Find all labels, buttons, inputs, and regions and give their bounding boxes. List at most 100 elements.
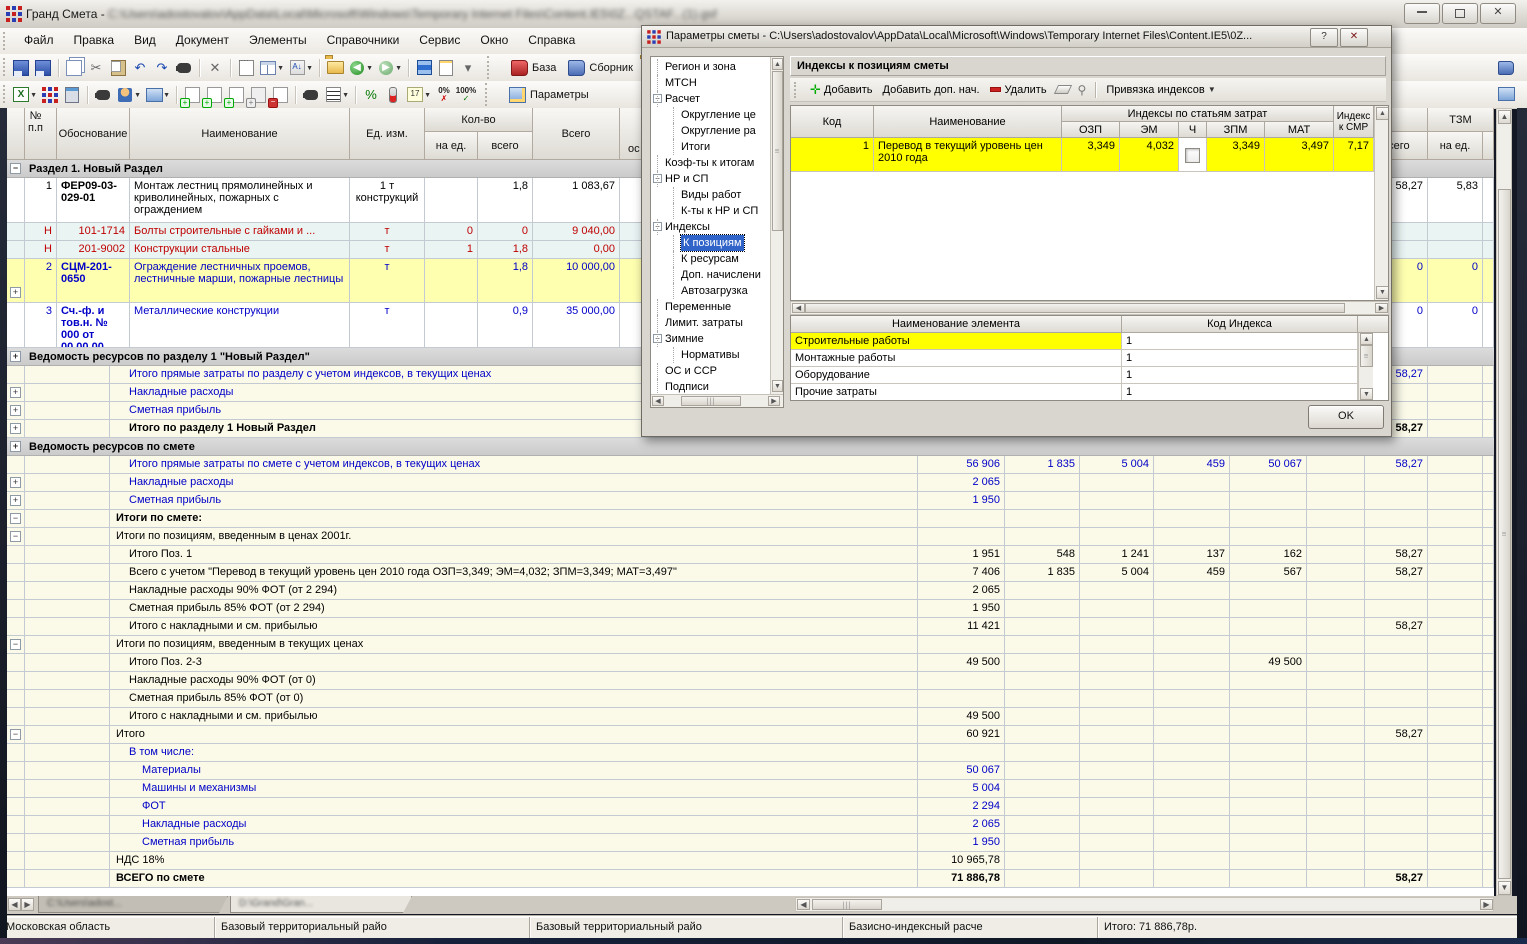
expand-icon[interactable]: + <box>10 287 21 298</box>
sbornik-button[interactable]: Сборник <box>562 57 639 78</box>
menu-item-Правка[interactable]: Правка <box>64 28 125 54</box>
tree-item-ОС и ССР[interactable]: ОС и ССР <box>651 363 770 379</box>
header-unit[interactable]: Ед. изм. <box>350 108 425 160</box>
restore-button[interactable] <box>1442 3 1478 24</box>
preview-icon[interactable] <box>93 85 113 105</box>
scroll-down-icon[interactable]: ▼ <box>1498 881 1511 895</box>
indexes-scroll-down-icon[interactable]: ▼ <box>1376 286 1389 299</box>
add-group-icon[interactable] <box>248 85 268 105</box>
indexes-hscroll-right-icon[interactable]: ▶ <box>1375 303 1388 313</box>
cell-index-code[interactable]: 1 <box>1122 367 1358 384</box>
header-total[interactable]: Всего <box>533 108 620 160</box>
undo-icon[interactable]: ↶ <box>130 58 150 78</box>
col-em[interactable]: ЭМ <box>1120 122 1179 138</box>
menu-item-Справочники[interactable]: Справочники <box>317 28 410 54</box>
cut-icon[interactable]: ✂ <box>86 58 106 78</box>
header-num[interactable]: №п.п <box>25 108 57 160</box>
col-code[interactable]: Код <box>791 106 874 138</box>
close-button[interactable]: ✕ <box>1480 3 1516 24</box>
view-list-icon[interactable]: ▼ <box>323 85 343 105</box>
index-binding-button[interactable]: Привязка индексов ▼ <box>1101 80 1220 100</box>
tree-hscrollbar[interactable]: ◀ ||| ▶ <box>651 394 783 407</box>
col-group-costs[interactable]: Индексы по статьям затрат <box>1062 106 1334 122</box>
grid-hscrollbar[interactable]: ◀ ||| ▶ <box>795 897 1494 912</box>
cell-element-name[interactable]: Монтажные работы <box>791 350 1122 367</box>
tree-item-Лимит. затраты[interactable]: Лимит. затраты <box>651 315 770 331</box>
remove-position-icon[interactable] <box>270 85 290 105</box>
col-ozp[interactable]: ОЗП <box>1062 122 1120 138</box>
zero-percent-icon[interactable]: 0%✗ <box>434 85 454 105</box>
indexes-scroll-up-icon[interactable]: ▲ <box>1376 107 1389 120</box>
folder-open-icon[interactable] <box>325 58 345 78</box>
minimize-button[interactable] <box>1404 3 1440 24</box>
summary-row[interactable]: НДС 18%10 965,78 <box>7 852 1494 870</box>
cell-element-name[interactable]: Оборудование <box>791 367 1122 384</box>
expand-icon[interactable]: + <box>10 351 21 362</box>
baza-button[interactable]: База <box>505 57 562 78</box>
sort-icon[interactable]: А↓▼ <box>287 58 307 78</box>
cell-index-code[interactable]: 1 <box>1122 333 1358 350</box>
export-excel-icon[interactable]: X▼ <box>11 85 31 105</box>
summary-row[interactable]: Машины и механизмы5 004 <box>7 780 1494 798</box>
summary-row[interactable]: +Накладные расходы2 065 <box>7 474 1494 492</box>
save-all-icon[interactable] <box>33 58 53 78</box>
cell-element-name[interactable]: Прочие затраты <box>791 384 1122 401</box>
menu-item-Сервис[interactable]: Сервис <box>409 28 470 54</box>
ok-button[interactable]: OK <box>1308 405 1384 429</box>
tree-item-Коэф-ты к итогам[interactable]: Коэф-ты к итогам <box>651 155 770 171</box>
menu-item-Окно[interactable]: Окно <box>470 28 518 54</box>
autobind-icon[interactable]: ⚲ <box>1078 83 1087 97</box>
binding-vscrollbar[interactable]: ▲ ≡ ▼ <box>1358 333 1373 401</box>
col-smr[interactable]: Индекс к СМР <box>1334 106 1374 138</box>
header-tzm-group[interactable]: ТЗМ <box>1428 108 1494 132</box>
header-name[interactable]: Наименование <box>130 108 350 160</box>
col-element-name[interactable]: Наименование элемента <box>791 316 1122 333</box>
hscroll-right-icon[interactable]: ▶ <box>1480 899 1493 910</box>
layout-icon[interactable] <box>414 58 434 78</box>
tree-item-Регион и зона[interactable]: Регион и зона <box>651 59 770 75</box>
summary-row[interactable]: −Итоги по позициям, введенным в ценах 20… <box>7 528 1494 546</box>
properties-icon[interactable] <box>236 58 256 78</box>
tree-hscroll-thumb[interactable]: ||| <box>681 396 741 406</box>
summary-row[interactable]: Материалы50 067 <box>7 762 1494 780</box>
tree-item-Округление ра[interactable]: Округление ра <box>651 123 770 139</box>
summary-row[interactable]: −Итоги по смете: <box>7 510 1494 528</box>
overflow-icon[interactable]: ▾ <box>458 58 478 78</box>
collapse-icon[interactable]: − <box>10 163 21 174</box>
grid-vscrollbar[interactable]: ▲ ≡ ▼ <box>1496 108 1512 896</box>
tree-scroll-down-icon[interactable]: ▼ <box>772 380 783 392</box>
find-icon[interactable] <box>174 58 194 78</box>
dialog-close-button[interactable]: ✕ <box>1340 28 1368 47</box>
cell-index-code[interactable]: 1 <box>1122 350 1358 367</box>
summary-row[interactable]: Итого прямые затраты по смете с учетом и… <box>7 456 1494 474</box>
tree-item-Автозагрузка[interactable]: Автозагрузка <box>651 283 770 299</box>
summary-row[interactable]: ФОТ2 294 <box>7 798 1494 816</box>
binding-scroll-up-icon[interactable]: ▲ <box>1360 333 1373 345</box>
app-grid-icon[interactable] <box>40 85 60 105</box>
add-position-icon[interactable] <box>182 85 202 105</box>
expand-icon[interactable]: + <box>10 441 21 452</box>
summary-row[interactable]: В том числе: <box>7 744 1494 762</box>
menu-item-Документ[interactable]: Документ <box>166 28 239 54</box>
summary-row[interactable]: Итого Поз. 2-349 50049 500 <box>7 654 1494 672</box>
cell-mat[interactable]: 3,497 <box>1265 138 1334 172</box>
cell-ozp[interactable]: 3,349 <box>1062 138 1120 172</box>
vscroll-thumb[interactable]: ≡ <box>1498 189 1511 879</box>
tree-hscroll-left-icon[interactable]: ◀ <box>652 396 664 406</box>
tree-vscroll-thumb[interactable]: ≡ <box>772 71 783 231</box>
add-extra-charge-button[interactable]: Добавить доп. нач. <box>878 80 985 100</box>
col-name[interactable]: Наименование <box>874 106 1062 138</box>
tree-item-Итоги[interactable]: Итоги <box>651 139 770 155</box>
menu-item-Справка[interactable]: Справка <box>518 28 585 54</box>
summary-row[interactable]: Сметная прибыль1 950 <box>7 834 1494 852</box>
tree-item-Расчет[interactable]: −Расчет <box>651 91 770 107</box>
expand-icon[interactable]: + <box>10 387 21 398</box>
summary-row[interactable]: Накладные расходы2 065 <box>7 816 1494 834</box>
full-percent-icon[interactable]: 100%✓ <box>456 85 476 105</box>
hscroll-thumb[interactable]: ||| <box>812 899 882 910</box>
counter-icon[interactable]: 17▼ <box>405 85 425 105</box>
tree-scroll-up-icon[interactable]: ▲ <box>772 58 783 70</box>
window-arrange-icon[interactable] <box>1496 84 1516 104</box>
col-zpm[interactable]: ЗПМ <box>1207 122 1265 138</box>
header-justification[interactable]: Обоснование <box>57 108 130 160</box>
